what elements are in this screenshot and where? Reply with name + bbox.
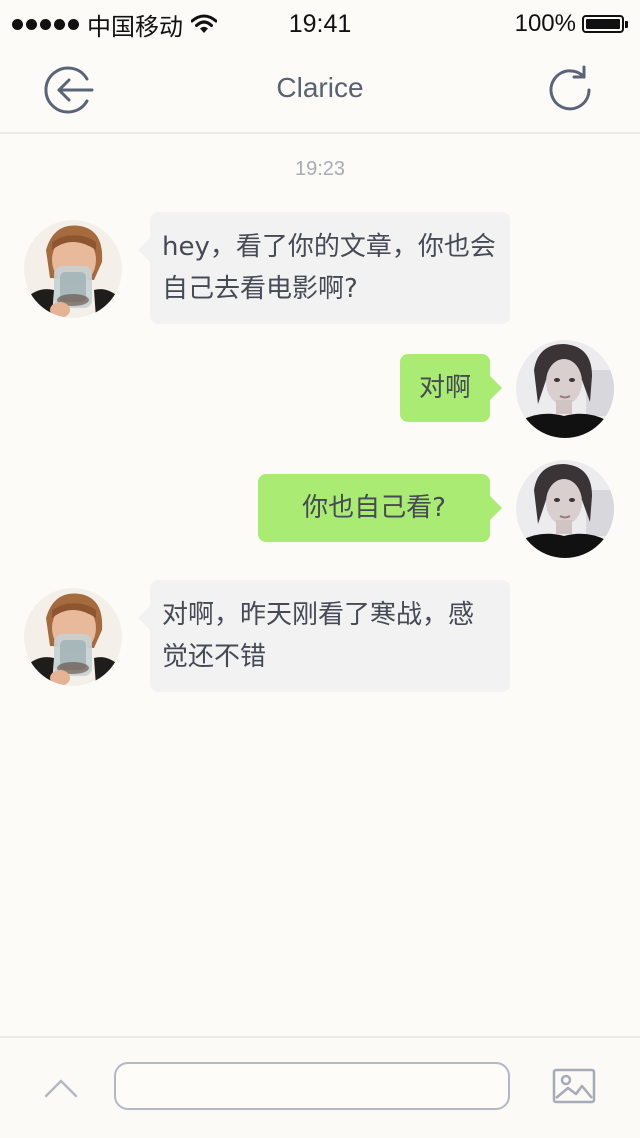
user-avatar-image [516,340,614,438]
user-avatar[interactable] [516,340,614,438]
chevron-up-icon [44,1079,78,1098]
user-avatar-image [516,460,614,558]
user-avatar[interactable] [516,460,614,558]
message-bubble-incoming[interactable]: 对啊，昨天刚看了寒战，感觉还不错 [138,580,510,692]
contact-avatar-image [24,588,122,686]
message-bubble-outgoing[interactable]: 对啊 [400,354,502,422]
message-timestamp: 19:23 [294,158,346,180]
contact-avatar[interactable] [24,220,122,318]
message-bubble-outgoing[interactable]: 你也自己看? [258,474,502,542]
message-input[interactable] [114,1062,510,1110]
expand-button[interactable] [42,1068,80,1106]
image-icon [552,1068,596,1104]
refresh-icon [549,65,591,111]
contact-avatar[interactable] [24,588,122,686]
composer-bar [0,1036,640,1138]
status-right: 100% [515,8,628,40]
battery-icon [582,15,628,33]
contact-avatar-image [24,220,122,318]
battery-percentage: 100% [514,10,576,37]
refresh-button[interactable] [544,64,596,116]
status-bar: 中国移动 19:41 100% [0,0,640,48]
nav-bar: Clarice [0,48,640,134]
image-button[interactable] [552,1066,596,1106]
message-bubble-incoming[interactable]: hey，看了你的文章，你也会自己去看电影啊? [138,212,510,324]
